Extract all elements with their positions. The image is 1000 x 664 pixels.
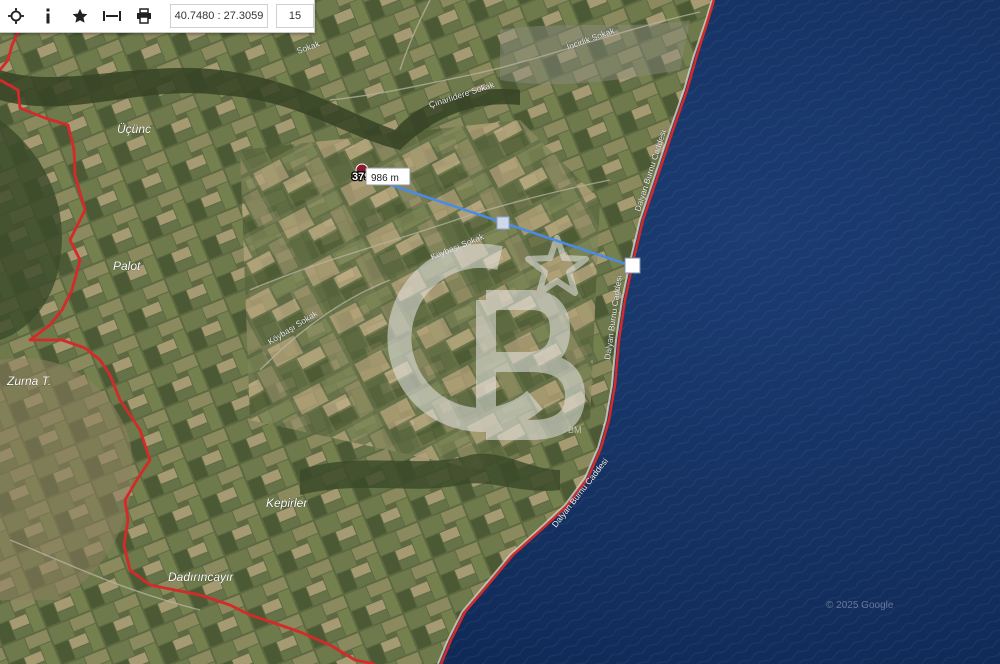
measure-end-handle[interactable]	[624, 257, 641, 274]
star-icon	[72, 8, 88, 23]
crosshair-icon	[8, 8, 24, 24]
place-label-palot: Palot	[113, 259, 141, 273]
info-icon	[46, 8, 50, 24]
info-button[interactable]	[32, 0, 64, 32]
coordinates-display: 40.7480 : 27.3059	[170, 4, 268, 28]
print-button[interactable]	[128, 0, 160, 32]
place-label-dadirincayir: Dadırıncayır	[168, 570, 234, 584]
map-toolbar: 40.7480 : 27.3059 15	[0, 0, 315, 33]
place-label-zurna: Zurna T.	[6, 374, 51, 388]
locate-button[interactable]	[0, 0, 32, 32]
watermark-sub-label: BM	[568, 425, 582, 435]
favorite-button[interactable]	[64, 0, 96, 32]
distance-label: 986 m	[371, 173, 399, 184]
place-label-ucunc: Üçünc	[117, 122, 151, 136]
measure-midpoint-handle[interactable]	[496, 216, 510, 230]
satellite-map[interactable]: Üçünc Palot Zurna T. Kepirler Dadırıncay…	[0, 0, 1000, 664]
map-copyright: © 2025 Google	[826, 600, 894, 611]
zoom-level-display: 15	[276, 4, 314, 28]
measure-arrows-icon	[103, 11, 121, 21]
measure-button[interactable]	[96, 0, 128, 32]
printer-icon	[137, 8, 151, 24]
place-label-kepirler: Kepirler	[266, 496, 308, 510]
